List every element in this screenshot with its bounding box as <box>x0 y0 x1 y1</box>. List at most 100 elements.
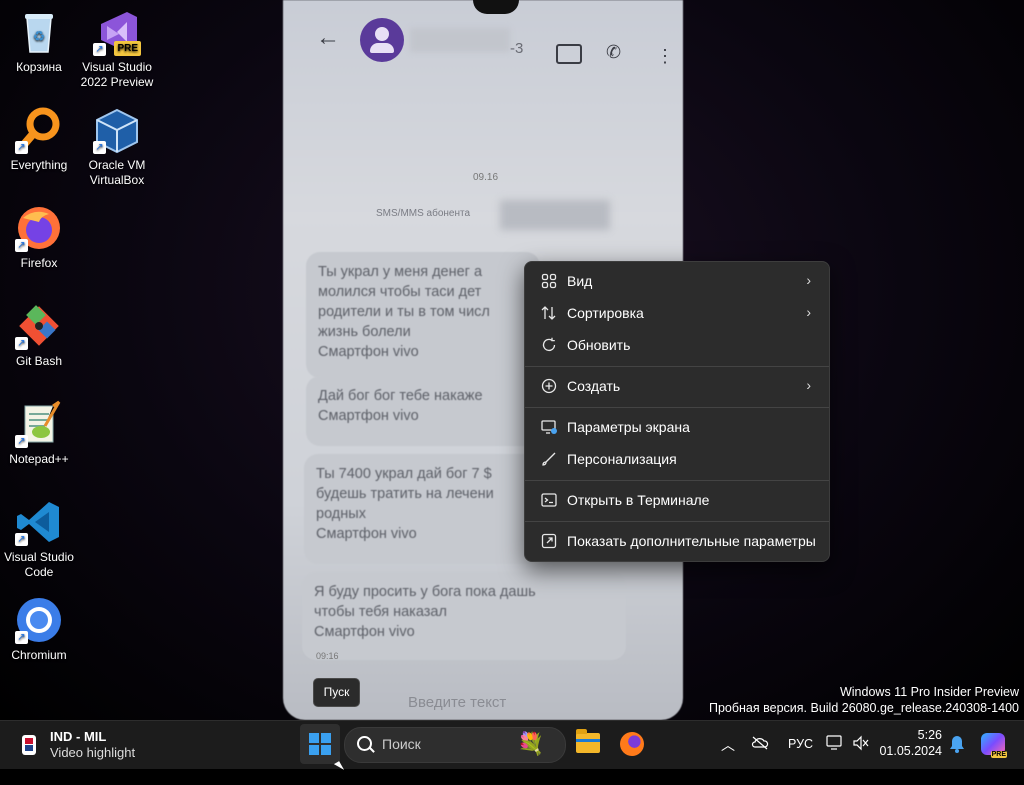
chevron-right-icon: › <box>806 377 811 393</box>
notification-bell-icon[interactable] <box>949 735 965 758</box>
watermark-line: Windows 11 Pro Insider Preview <box>839 685 1019 699</box>
menu-separator <box>525 480 829 481</box>
nba-logo-icon <box>22 735 36 755</box>
shortcut-arrow-icon: ↗ <box>15 631 28 644</box>
menu-item-label: Показать дополнительные параметры <box>567 533 816 549</box>
copilot-pre-badge: PRE <box>990 751 1007 758</box>
widgets-button[interactable]: IND - MIL Video highlight <box>18 729 168 761</box>
visual-studio-preview-icon: PRE ↗ <box>93 8 141 56</box>
menu-item-label: Параметры экрана <box>567 419 690 435</box>
display-monitor-icon[interactable] <box>826 735 844 751</box>
desktop-icon-git-bash[interactable]: ↗ Git Bash <box>1 302 77 369</box>
svg-text:♻: ♻ <box>33 28 46 44</box>
taskbar-clock[interactable]: 5:26 01.05.2024 <box>878 727 942 759</box>
shortcut-arrow-icon: ↗ <box>93 141 106 154</box>
phone-blurred-name <box>410 28 510 52</box>
menu-item-more-options[interactable]: Показать дополнительные параметры <box>529 527 825 557</box>
menu-item-label: Обновить <box>567 337 631 353</box>
menu-item-label: Вид <box>567 273 593 289</box>
shortcut-arrow-icon: ↗ <box>15 239 28 252</box>
clock-date: 01.05.2024 <box>879 744 942 758</box>
windows-watermark: Windows 11 Pro Insider Preview Пробная в… <box>709 684 1019 716</box>
network-cloud-icon[interactable] <box>751 735 769 751</box>
phone-video-icon <box>556 44 582 64</box>
start-tooltip: Пуск <box>313 678 360 707</box>
windows-logo-icon <box>309 733 331 755</box>
phone-message-bubble: Дай бог бог тебе накаже Смартфон vivo <box>306 376 540 446</box>
menu-item-sort[interactable]: Сортировка › <box>529 299 825 329</box>
shortcut-arrow-icon: ↗ <box>15 337 28 350</box>
recycle-bin-icon: ♻ <box>15 8 63 56</box>
vscode-icon: ↗ <box>15 498 63 546</box>
virtualbox-icon: ↗ <box>93 106 141 154</box>
desktop-icon-firefox[interactable]: ↗ Firefox <box>1 204 77 271</box>
desktop-icon-label: Visual Studio 2022 Preview <box>80 60 154 89</box>
git-bash-icon: ↗ <box>15 302 63 350</box>
view-grid-icon <box>540 273 558 291</box>
desktop-icon-vscode[interactable]: ↗ Visual Studio Code <box>1 498 77 580</box>
menu-item-label: Создать <box>567 378 621 394</box>
menu-item-new[interactable]: Создать › <box>529 372 825 402</box>
shortcut-arrow-icon: ↗ <box>15 141 28 154</box>
watermark-line: Пробная версия. Build 26080.ge_release.2… <box>708 701 1019 715</box>
refresh-icon <box>540 337 558 355</box>
new-plus-icon <box>540 378 558 396</box>
desktop-icon-label: Everything <box>10 158 68 172</box>
show-hidden-icons-chevron-icon[interactable]: ︿ <box>721 735 735 783</box>
personalize-brush-icon <box>540 451 558 469</box>
phone-blurred-sender <box>500 200 610 230</box>
search-placeholder: Поиск <box>382 736 421 752</box>
desktop-icon-label: Oracle VM VirtualBox <box>88 158 146 187</box>
menu-item-display-settings[interactable]: Параметры экрана <box>529 413 825 443</box>
phone-message-bubble: Я буду просить у бога пока дашь чтобы те… <box>302 572 626 660</box>
widget-title: IND - MIL <box>50 729 107 744</box>
more-options-icon <box>540 533 558 551</box>
phone-call-icon: ✆ <box>606 42 622 62</box>
chevron-right-icon: › <box>806 272 811 288</box>
desktop-icon-chromium[interactable]: ↗ Chromium <box>1 596 77 663</box>
menu-item-label: Сортировка <box>567 305 644 321</box>
menu-separator <box>525 521 829 522</box>
menu-item-refresh[interactable]: Обновить <box>529 331 825 361</box>
desktop-icon-notepad-plus-plus[interactable]: ↗ Notepad++ <box>1 400 77 467</box>
desktop-icon-label: Visual Studio Code <box>4 550 74 579</box>
widget-subtitle: Video highlight <box>50 745 136 760</box>
desktop-icon-virtualbox[interactable]: ↗ Oracle VM VirtualBox <box>79 106 155 188</box>
taskbar-search-box[interactable]: Поиск 💐 <box>344 727 566 763</box>
terminal-icon <box>540 492 558 510</box>
file-explorer-icon[interactable] <box>576 729 600 753</box>
copilot-icon[interactable]: PRE <box>981 733 1007 758</box>
phone-message-bubble: Ты украл у меня денег а молился чтобы та… <box>306 252 540 378</box>
phone-notch <box>473 0 519 14</box>
desktop-icon-label: Notepad++ <box>9 452 69 466</box>
desktop-icon-label: Git Bash <box>15 354 63 368</box>
phone-contact-avatar <box>360 18 404 62</box>
menu-item-view[interactable]: Вид › <box>529 267 825 297</box>
firefox-taskbar-icon[interactable] <box>620 732 644 756</box>
desktop-icon-label: Корзина <box>16 60 62 74</box>
firefox-icon: ↗ <box>15 204 63 252</box>
menu-item-open-terminal[interactable]: Открыть в Терминале <box>529 486 825 516</box>
desktop-icon-recycle-bin[interactable]: ♻ Корзина <box>1 8 77 75</box>
phone-time-label: 09:16 <box>316 651 339 661</box>
desktop-icon-visual-studio-preview[interactable]: PRE ↗ Visual Studio 2022 Preview <box>79 8 155 90</box>
search-icon <box>357 736 372 751</box>
desktop-context-menu: Вид › Сортировка › Обновить Создать › Па… <box>524 261 830 562</box>
chevron-right-icon: › <box>806 304 811 320</box>
phone-number-fragment: -3 <box>510 40 524 57</box>
volume-muted-icon[interactable] <box>852 735 870 751</box>
menu-item-personalize[interactable]: Персонализация <box>529 445 825 475</box>
phone-input-placeholder: Введите текст <box>408 694 507 711</box>
notepad-plus-plus-icon: ↗ <box>15 400 63 448</box>
desktop-icon-everything[interactable]: ↗ Everything <box>1 106 77 173</box>
menu-separator <box>525 407 829 408</box>
shortcut-arrow-icon: ↗ <box>93 43 106 56</box>
menu-item-label: Открыть в Терминале <box>567 492 710 508</box>
preview-badge: PRE <box>114 41 141 56</box>
everything-search-icon: ↗ <box>15 106 63 154</box>
input-language-indicator[interactable]: РУС <box>788 737 813 785</box>
search-highlight-flower-icon: 💐 <box>517 731 545 756</box>
sort-icon <box>540 305 558 323</box>
shortcut-arrow-icon: ↗ <box>15 435 28 448</box>
phone-more-icon: ⋮ <box>656 46 674 66</box>
